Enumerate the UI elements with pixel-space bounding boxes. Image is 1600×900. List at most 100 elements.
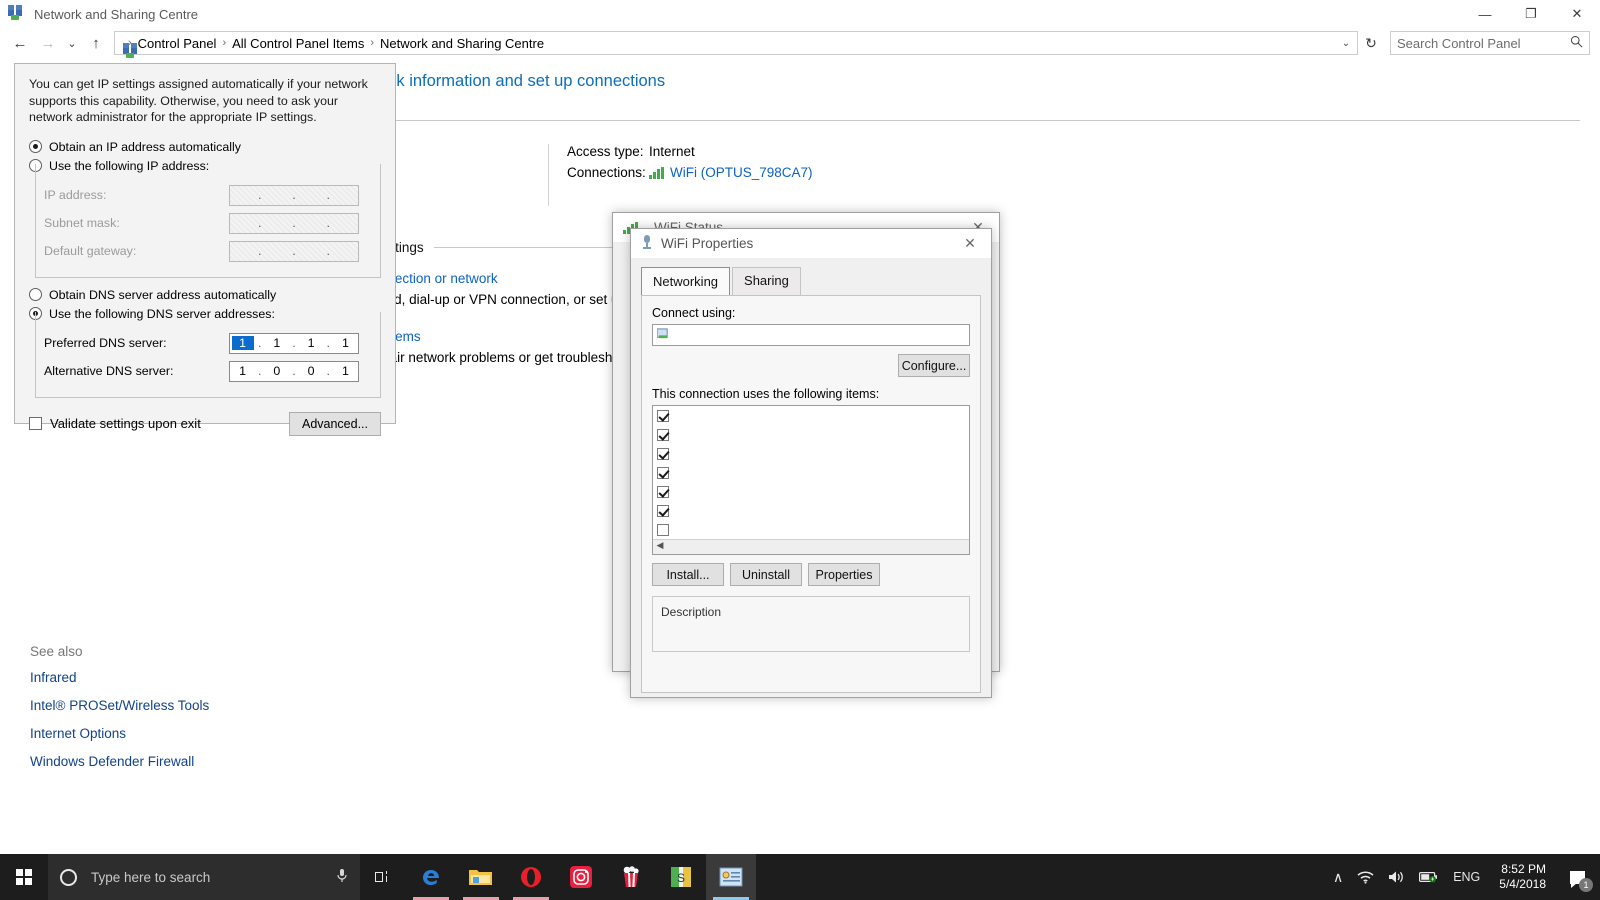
ipv4-properties-dialog[interactable]: Internet Protocol Version 4 (TCP/IPv4) P…: [0, 0, 410, 470]
description-label: Description: [661, 605, 721, 619]
notification-center-button[interactable]: 1: [1558, 854, 1596, 900]
clock[interactable]: 8:52 PM 5/4/2018: [1487, 854, 1558, 900]
items-label: This connection uses the following items…: [652, 387, 970, 401]
breadcrumb-item-all-items[interactable]: All Control Panel Items: [227, 36, 369, 51]
maximize-button[interactable]: ❐: [1508, 0, 1554, 28]
taskbar-search-input[interactable]: Type here to search: [77, 870, 334, 885]
alternative-dns-input[interactable]: 1.0.0.1: [229, 361, 359, 382]
horizontal-scrollbar[interactable]: ◀: [653, 539, 969, 554]
breadcrumb-bar[interactable]: › Control Panel › All Control Panel Item…: [114, 31, 1358, 55]
subnet-mask-input: ...: [229, 213, 359, 234]
wifi-properties-window[interactable]: WiFi Properties ✕ Networking Sharing Con…: [630, 228, 992, 698]
checkbox[interactable]: [657, 467, 669, 479]
networking-tab-panel: Connect using: Configure... This connect…: [641, 295, 981, 693]
breadcrumb-item-network-sharing[interactable]: Network and Sharing Centre: [375, 36, 549, 51]
octet[interactable]: 0: [266, 364, 288, 378]
tab-sharing[interactable]: Sharing: [732, 267, 801, 295]
checkbox-validate-settings[interactable]: [29, 417, 42, 430]
adapter-icon: [641, 234, 653, 253]
up-button[interactable]: ↑: [82, 30, 110, 56]
octet[interactable]: 1: [232, 364, 254, 378]
uninstall-button[interactable]: Uninstall: [730, 563, 802, 586]
general-tab-panel: You can get IP settings assigned automat…: [14, 63, 396, 424]
list-item[interactable]: [653, 520, 969, 539]
taskbar-app-opera[interactable]: [506, 854, 556, 900]
octet[interactable]: 1: [300, 336, 322, 350]
adapter-field[interactable]: [652, 324, 970, 346]
search-input[interactable]: Search Control Panel: [1397, 36, 1570, 51]
radio-obtain-dns-automatically[interactable]: Obtain DNS server address automatically: [29, 288, 381, 302]
connect-using-label: Connect using:: [652, 306, 970, 320]
checkbox[interactable]: [657, 448, 669, 460]
list-item[interactable]: [653, 425, 969, 444]
close-button[interactable]: ✕: [1554, 0, 1600, 28]
subnet-mask-row: Subnet mask: ...: [44, 213, 372, 234]
breadcrumb-item-control-panel[interactable]: Control Panel: [133, 36, 222, 51]
window-titlebar: Network and Sharing Centre — ❐ ✕: [0, 0, 1600, 28]
octet[interactable]: 1: [334, 336, 356, 350]
configure-button[interactable]: Configure...: [898, 354, 970, 377]
network-items-list[interactable]: ◀: [652, 405, 970, 555]
radio-button[interactable]: [29, 140, 42, 153]
ipv4-intro-text: You can get IP settings assigned automat…: [29, 76, 381, 126]
alternative-dns-row: Alternative DNS server: 1.0.0.1: [44, 361, 372, 382]
checkbox[interactable]: [657, 486, 669, 498]
refresh-button[interactable]: ↻: [1358, 31, 1384, 55]
taskbar-app-edge[interactable]: [406, 854, 456, 900]
octet[interactable]: 1: [334, 364, 356, 378]
taskbar-app-s[interactable]: S: [656, 854, 706, 900]
wifi-properties-close-button[interactable]: ✕: [949, 229, 991, 258]
language-indicator[interactable]: ENG: [1446, 854, 1487, 900]
list-item[interactable]: [653, 482, 969, 501]
back-button[interactable]: ←: [6, 30, 34, 56]
ip-address-row: IP address: ...: [44, 185, 372, 206]
advanced-button[interactable]: Advanced...: [289, 412, 381, 436]
taskbar-app-instagram[interactable]: [556, 854, 606, 900]
network-details: Access type: Internet Connections: WiFi …: [549, 144, 813, 206]
preferred-dns-input[interactable]: 1.1.1.1: [229, 333, 359, 354]
alternative-dns-label: Alternative DNS server:: [44, 364, 229, 378]
taskbar-app-popcorn-time[interactable]: [606, 854, 656, 900]
battery-icon[interactable]: [1412, 854, 1446, 900]
access-type-row: Access type: Internet: [567, 144, 813, 159]
list-item[interactable]: [653, 444, 969, 463]
taskbar-app-file-explorer[interactable]: [456, 854, 506, 900]
signal-bars-icon: [649, 167, 664, 179]
checkbox[interactable]: [657, 429, 669, 441]
scroll-left-arrow[interactable]: ◀: [653, 540, 667, 554]
checkbox[interactable]: [657, 410, 669, 422]
microphone-icon[interactable]: [334, 868, 350, 887]
install-button[interactable]: Install...: [652, 563, 724, 586]
octet-selected[interactable]: 1: [232, 336, 254, 350]
minimize-button[interactable]: —: [1462, 0, 1508, 28]
recent-locations-button[interactable]: ⌄: [62, 30, 82, 56]
access-type-value: Internet: [649, 144, 695, 159]
tab-networking[interactable]: Networking: [641, 267, 730, 295]
connection-link-wifi[interactable]: WiFi (OPTUS_798CA7): [670, 165, 813, 180]
properties-button[interactable]: Properties: [808, 563, 880, 586]
checkbox[interactable]: [657, 505, 669, 517]
cortana-icon[interactable]: [60, 869, 77, 886]
list-item[interactable]: [653, 501, 969, 520]
radio-button[interactable]: [29, 288, 42, 301]
radio-obtain-ip-automatically[interactable]: Obtain an IP address automatically: [29, 140, 381, 154]
radio-label: Obtain DNS server address automatically: [49, 288, 276, 302]
chevron-down-icon[interactable]: ⌄: [1337, 38, 1355, 49]
taskbar-app-control-panel[interactable]: [706, 854, 756, 900]
start-button[interactable]: [0, 854, 48, 900]
taskbar-search-box[interactable]: Type here to search: [48, 854, 360, 900]
search-box[interactable]: Search Control Panel: [1390, 31, 1590, 55]
checkbox[interactable]: [657, 524, 669, 536]
list-item[interactable]: [653, 406, 969, 425]
octet[interactable]: 1: [266, 336, 288, 350]
list-item[interactable]: [653, 463, 969, 482]
notification-badge: 1: [1579, 878, 1593, 892]
volume-icon[interactable]: [1381, 854, 1412, 900]
default-gateway-row: Default gateway: ...: [44, 241, 372, 262]
tray-chevron-up-icon[interactable]: ∧: [1326, 854, 1350, 900]
octet[interactable]: 0: [300, 364, 322, 378]
subnet-mask-label: Subnet mask:: [44, 216, 229, 230]
wifi-icon[interactable]: [1350, 854, 1381, 900]
task-view-button[interactable]: [360, 854, 406, 900]
forward-button[interactable]: →: [34, 30, 62, 56]
